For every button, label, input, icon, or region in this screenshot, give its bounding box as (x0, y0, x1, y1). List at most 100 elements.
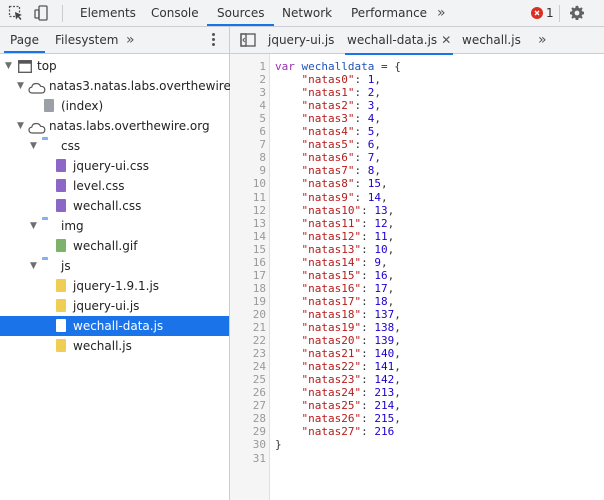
punctuation: : (354, 86, 368, 100)
js-file-icon (56, 319, 66, 332)
code-line: 18 "natas16": 17, (230, 282, 604, 295)
line-text: var wechalldata = { (275, 60, 401, 73)
punctuation: , (394, 386, 401, 400)
tree-item-file[interactable]: wechall.js (0, 336, 229, 356)
string-key: "natas21" (301, 347, 362, 361)
line-number: 16 (252, 255, 266, 269)
tree-item-file[interactable]: jquery-ui.js (0, 296, 229, 316)
navigator-more-chevron-icon[interactable]: » (126, 27, 135, 53)
toolbar-divider (559, 5, 560, 22)
punctuation: , (374, 99, 381, 113)
tree-item-label: jquery-ui.css (73, 159, 149, 173)
editor-tab-wechall-data[interactable]: wechall-data.js ✕ (345, 27, 454, 55)
line-text: "natas16": 17, (275, 281, 395, 295)
expand-arrow-icon[interactable]: ▼ (17, 116, 27, 136)
tab-elements[interactable]: Elements (70, 0, 146, 26)
tree-item-domain[interactable]: ▼ natas3.natas.labs.overthewire.org (0, 76, 254, 96)
punctuation: : (361, 281, 375, 295)
tree-item-label: natas.labs.overthewire.org (49, 119, 210, 133)
punctuation: : (361, 399, 375, 413)
line-text: "natas19": 138, (275, 321, 401, 334)
expand-arrow-icon[interactable]: ▼ (17, 76, 27, 96)
close-tab-icon[interactable]: ✕ (441, 33, 451, 47)
code-line: 25 "natas23": 142, (230, 373, 604, 386)
line-text: "natas11": 12, (275, 217, 395, 230)
punctuation: : (361, 307, 375, 321)
line-text: "natas12": 11, (275, 229, 395, 243)
code-line: 15 "natas13": 10, (230, 243, 604, 256)
line-text: "natas4": 5, (275, 125, 381, 138)
tab-console[interactable]: Console (141, 0, 209, 26)
toggle-navigator-icon[interactable] (240, 32, 256, 51)
string-key: "natas12" (301, 229, 362, 243)
string-key: "natas1" (301, 86, 355, 100)
error-icon[interactable] (531, 7, 543, 19)
css-file-icon (56, 179, 66, 192)
editor-tab-label: wechall-data.js (347, 33, 438, 47)
line-number: 7 (259, 138, 266, 152)
code-line: 24 "natas22": 141, (230, 360, 604, 373)
inspect-icon[interactable] (8, 5, 24, 21)
tree-item-file[interactable]: jquery-ui.css (0, 156, 229, 176)
line-number: 21 (252, 321, 266, 334)
kebab-menu-icon[interactable] (210, 32, 216, 48)
tree-item-file[interactable]: jquery-1.9.1.js (0, 276, 229, 296)
device-toolbar-icon[interactable] (34, 5, 50, 21)
tab-sources[interactable]: Sources (207, 0, 275, 26)
string-key: "natas26" (301, 412, 362, 426)
tree-item-domain[interactable]: ▼ natas.labs.overthewire.org (0, 116, 229, 136)
number-value: 16 (374, 268, 388, 282)
editor-more-chevron-icon[interactable]: » (538, 27, 547, 53)
tree-item-file-selected[interactable]: wechall-data.js (0, 316, 229, 336)
punctuation: , (394, 321, 401, 334)
expand-arrow-icon[interactable]: ▼ (30, 136, 40, 156)
number-value: 17 (374, 281, 388, 295)
punctuation: : (361, 255, 375, 269)
editor-tab-wechall[interactable]: wechall.js (462, 27, 521, 53)
tree-item-label: img (61, 219, 84, 233)
tree-item-file[interactable]: wechall.css (0, 196, 229, 216)
code-line: 22 "natas20": 139, (230, 334, 604, 347)
error-count[interactable]: 1 (546, 0, 554, 26)
more-tabs-chevron-icon[interactable]: » (437, 0, 446, 26)
file-navigator: Page Filesystem » ▼ top ▼ natas3.natas.l… (0, 27, 254, 500)
expand-arrow-icon[interactable]: ▼ (30, 216, 40, 236)
line-text: "natas22": 141, (275, 360, 401, 373)
editor-tab-jquery-ui[interactable]: jquery-ui.js (268, 27, 334, 53)
tab-filesystem[interactable]: Filesystem (49, 27, 124, 53)
settings-icon[interactable] (569, 5, 585, 21)
punctuation: , (374, 73, 381, 87)
tree-item-file[interactable]: wechall.gif (0, 236, 229, 256)
line-number: 30 (252, 438, 266, 452)
tree-item-top[interactable]: ▼ top (0, 56, 229, 76)
line-number: 26 (252, 386, 266, 400)
code-line: 6 "natas4": 5, (230, 125, 604, 138)
punctuation: : (361, 203, 375, 217)
tree-item-folder[interactable]: ▼ css (0, 136, 229, 156)
string-key: "natas3" (301, 112, 355, 126)
js-file-icon (56, 279, 66, 292)
line-text: "natas7": 8, (275, 164, 381, 177)
line-number: 2 (259, 73, 266, 87)
tree-item-label: wechall.gif (73, 239, 138, 253)
line-number: 22 (252, 334, 266, 348)
punctuation: , (387, 268, 395, 282)
line-number: 1 (259, 60, 266, 73)
code-line: 31 (230, 452, 604, 465)
line-number: 31 (252, 451, 266, 465)
expand-arrow-icon[interactable]: ▼ (30, 256, 40, 276)
punctuation: : (354, 177, 368, 191)
tree-item-folder[interactable]: ▼ js (0, 256, 229, 276)
tab-network[interactable]: Network (272, 0, 342, 26)
string-key: "natas13" (301, 242, 362, 256)
tree-item-folder[interactable]: ▼ img (0, 216, 229, 236)
tree-item-file[interactable]: (index) (0, 96, 229, 116)
editor-tabs: jquery-ui.js wechall-data.js ✕ wechall.js… (230, 27, 604, 55)
expand-arrow-icon[interactable]: ▼ (5, 56, 15, 76)
tab-page[interactable]: Page (4, 27, 46, 53)
image-file-icon (56, 239, 66, 252)
tree-item-file[interactable]: level.css (0, 176, 229, 196)
line-number: 19 (252, 294, 266, 308)
tree-item-label: css (61, 139, 81, 153)
tab-performance[interactable]: Performance (341, 0, 437, 26)
